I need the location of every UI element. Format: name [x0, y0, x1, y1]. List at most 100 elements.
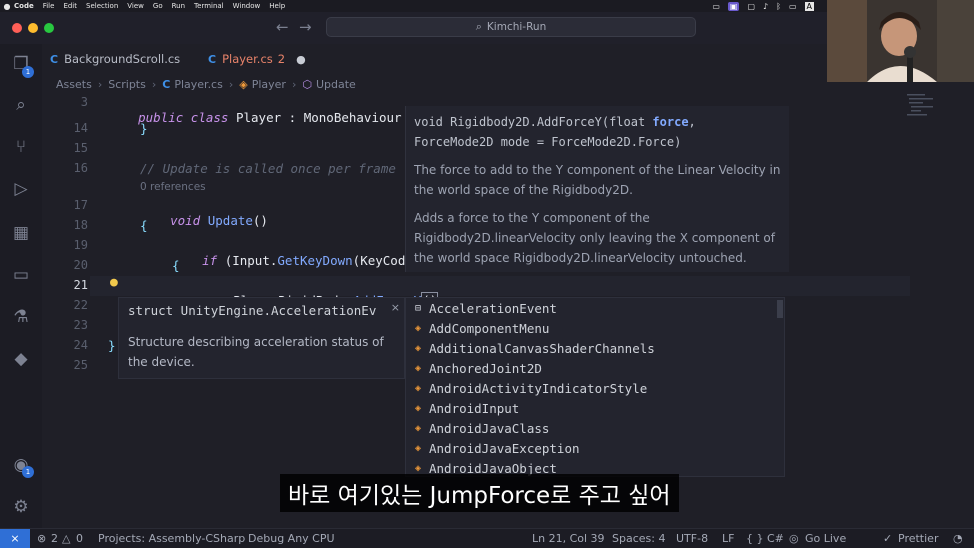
minimize-window-button[interactable] — [28, 23, 38, 33]
music-icon[interactable]: ♪ — [763, 2, 768, 11]
run-debug-icon[interactable]: ▷ — [9, 178, 33, 200]
broadcast-icon[interactable]: ◎ — [789, 532, 799, 545]
forward-arrow-icon[interactable]: → — [299, 18, 312, 36]
struct-icon: ⊟ — [414, 302, 422, 314]
menu-help[interactable]: Help — [269, 2, 285, 10]
suggestion-label: AndroidJavaException — [429, 440, 580, 456]
suggestion-label: AndroidInput — [429, 400, 520, 416]
code-line-20: { — [172, 258, 180, 273]
breadcrumb-scripts[interactable]: Scripts — [108, 78, 146, 91]
class-icon: ◈ — [414, 362, 422, 374]
minimap[interactable] — [905, 92, 965, 152]
notifications-bell-icon[interactable]: ◔ — [953, 532, 963, 545]
method-name: GetKeyDown — [277, 253, 353, 268]
settings-gear-icon[interactable]: ⚙ — [9, 496, 33, 518]
class-icon: ◈ — [414, 342, 422, 354]
breadcrumb-file[interactable]: Player.cs — [174, 78, 223, 91]
suggestion-item[interactable]: ◈ AnchoredJoint2D — [406, 358, 784, 378]
status-encoding[interactable]: UTF-8 — [676, 532, 708, 545]
line-number: 22 — [73, 298, 88, 312]
line-number-current: 21 — [73, 278, 88, 292]
menu-terminal[interactable]: Terminal — [194, 2, 224, 10]
search-sidebar-icon[interactable]: ⌕ — [9, 94, 33, 116]
line-number: 24 — [73, 338, 88, 352]
line-number: 20 — [73, 258, 88, 272]
suggestion-label: AndroidActivityIndicatorStyle — [429, 380, 648, 396]
command-center[interactable]: ⌕ Kimchi-Run — [326, 17, 696, 37]
parens: () — [252, 213, 268, 228]
class-icon: ◈ — [414, 442, 422, 454]
maximize-window-button[interactable] — [44, 23, 54, 33]
tab-player[interactable]: C Player.cs 2 ● — [208, 44, 306, 74]
breadcrumb-class[interactable]: Player — [252, 78, 286, 91]
lightbulb-icon[interactable]: ● — [110, 275, 118, 290]
docker-icon[interactable]: ◆ — [9, 348, 33, 370]
active-parameter: force — [652, 115, 689, 129]
suggestion-item[interactable]: ◈ AddComponentMenu — [406, 318, 784, 338]
menu-go[interactable]: Go — [153, 2, 163, 10]
code-line-14: } — [140, 121, 148, 136]
status-language[interactable]: { } C# — [746, 532, 784, 545]
back-arrow-icon[interactable]: ← — [276, 18, 289, 36]
source-control-icon[interactable]: ⑂ — [9, 136, 33, 158]
signature-prefix: void Rigidbody2D.AddForceY(float — [414, 115, 646, 129]
suggestion-item[interactable]: ◈ AndroidActivityIndicatorStyle — [406, 378, 784, 398]
menu-file[interactable]: File — [43, 2, 55, 10]
camera-icon[interactable]: ▭ — [712, 2, 720, 11]
status-prettier[interactable]: Prettier — [898, 532, 938, 545]
input-source-icon[interactable]: A — [804, 1, 814, 11]
testing-icon[interactable]: ⚗ — [9, 306, 33, 328]
scrollbar[interactable] — [777, 300, 783, 318]
status-position[interactable]: Ln 21, Col 39 — [532, 532, 605, 545]
class-icon: ◈ — [414, 402, 422, 414]
tab-backgroundscroll[interactable]: C BackgroundScroll.cs — [50, 44, 180, 74]
code-line-19: if (Input.GetKeyDown(KeyCode.S — [172, 238, 428, 283]
menu-view[interactable]: View — [127, 2, 144, 10]
menu-window[interactable]: Window — [233, 2, 261, 10]
suggestion-label: AddComponentMenu — [429, 320, 550, 336]
suggestion-item[interactable]: ◈ AndroidJavaClass — [406, 418, 784, 438]
status-eol[interactable]: LF — [722, 532, 734, 545]
battery-icon[interactable]: ▭ — [789, 2, 797, 11]
status-spaces[interactable]: Spaces: 4 — [612, 532, 665, 545]
suggestion-item[interactable]: ◈ AndroidJavaException — [406, 438, 784, 458]
breadcrumb-method[interactable]: Update — [316, 78, 356, 91]
codelens-references[interactable]: 0 references — [140, 181, 206, 193]
menu-code[interactable]: Code — [14, 2, 34, 10]
breadcrumb-assets[interactable]: Assets — [56, 78, 92, 91]
warning-count[interactable]: 0 — [76, 532, 83, 545]
unsaved-dot-icon[interactable]: ● — [296, 53, 306, 66]
close-icon[interactable]: × — [391, 301, 400, 314]
remote-indicator-icon[interactable]: ⨯ — [0, 529, 30, 548]
menu-run[interactable]: Run — [172, 2, 185, 10]
warnings-icon[interactable]: △ — [62, 532, 70, 545]
suggestion-list: ⊟ AccelerationEvent ◈ AddComponentMenu ◈ Ad… — [405, 297, 785, 477]
webcam-overlay — [827, 0, 974, 82]
menu-selection[interactable]: Selection — [86, 2, 118, 10]
check-icon[interactable]: ✓ — [883, 532, 892, 545]
errors-icon[interactable]: ⊗ — [37, 532, 46, 545]
screen-icon[interactable]: ▢ — [747, 2, 755, 11]
menu-edit[interactable]: Edit — [63, 2, 77, 10]
error-count[interactable]: 2 — [51, 532, 58, 545]
apple-icon[interactable]: ● — [0, 2, 14, 11]
status-project[interactable]: Projects: Assembly-CSharp — [98, 532, 245, 545]
suggestion-item[interactable]: ◈ AdditionalCanvasShaderChannels — [406, 338, 784, 358]
status-golive[interactable]: Go Live — [805, 532, 846, 545]
status-debug[interactable]: Debug Any CPU — [248, 532, 335, 545]
close-window-button[interactable] — [12, 23, 22, 33]
class-icon: ◈ — [414, 322, 422, 334]
method-name: Update — [207, 213, 253, 228]
class-symbol-icon: ◈ — [239, 77, 248, 91]
line-number: 17 — [73, 198, 88, 212]
line-number: 3 — [80, 95, 88, 109]
display-icon[interactable]: ▣ — [727, 1, 740, 11]
suggestion-item[interactable]: ◈ AndroidInput — [406, 398, 784, 418]
suggestion-item[interactable]: ⊟ AccelerationEvent — [406, 298, 784, 318]
remote-explorer-icon[interactable]: ▭ — [9, 264, 33, 286]
bluetooth-icon[interactable]: ᛒ — [776, 2, 781, 11]
extensions-icon[interactable]: ▦ — [9, 222, 33, 244]
code-line-17: void Update() — [140, 198, 268, 243]
suggestion-label: AdditionalCanvasShaderChannels — [429, 340, 655, 356]
keyword: if — [202, 253, 218, 268]
